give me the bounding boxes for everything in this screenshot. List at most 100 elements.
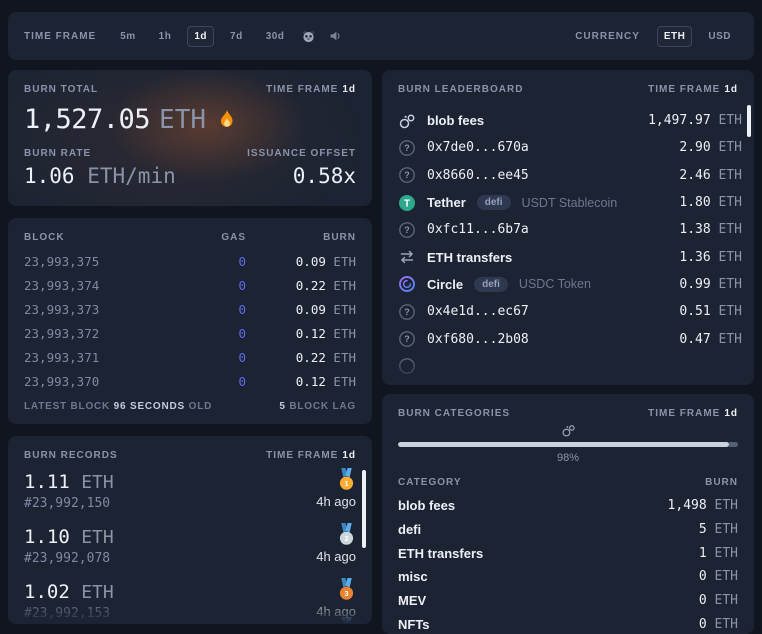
unknown-address-icon: ? <box>398 166 416 184</box>
burn-categories-card: BURN CATEGORIES TIME FRAME1d 98% CATEGOR… <box>382 394 754 634</box>
leaderboard-row[interactable]: T Tether defi USDT Stablecoin 1.80 ETH <box>398 189 742 216</box>
burn-record[interactable]: 1.10 ETH #23,992,078 2 4h ago <box>24 526 356 570</box>
time-frame-1h[interactable]: 1h <box>152 26 179 47</box>
category-row[interactable]: misc 0 ETH <box>398 565 738 589</box>
category-row[interactable]: NFTs 0 ETH <box>398 612 738 634</box>
leaderboard-row[interactable]: ? 0x8660...ee45 2.46 ETH <box>398 162 742 189</box>
burn-rate-value: 1.06 ETH/min <box>24 164 176 188</box>
svg-text:?: ? <box>404 307 410 317</box>
currency-eth[interactable]: ETH <box>657 26 693 47</box>
block-row[interactable]: 23,993,3730 0.09 ETH <box>24 297 356 321</box>
blob-fees-share-segment <box>398 442 729 447</box>
block-row[interactable]: 23,993,3750 0.09 ETH <box>24 249 356 273</box>
leaderboard-name: 0x4e1d...ec67 <box>427 304 529 319</box>
leaderboard-row[interactable]: ETH transfers 1.36 ETH <box>398 243 742 270</box>
block-row[interactable]: 23,993,3740 0.22 ETH <box>24 273 356 297</box>
unknown-address-icon: ? <box>398 139 416 157</box>
svg-text:2: 2 <box>344 534 348 543</box>
leaderboard-name: blob fees <box>427 113 484 128</box>
category-row[interactable]: MEV 0 ETH <box>398 589 738 613</box>
svg-text:3: 3 <box>344 589 348 598</box>
leaderboard-row[interactable]: ? 0xf680...2b08 0.47 ETH <box>398 325 742 352</box>
currency-label: CURRENCY <box>575 31 640 42</box>
block-row[interactable]: 23,993,3720 0.12 ETH <box>24 321 356 345</box>
latest-block-age: LATEST BLOCK 96 SECONDS OLD <box>24 401 212 412</box>
leaderboard-name: 0xf680...2b08 <box>427 332 529 347</box>
burn-leaderboard-card: BURN LEADERBOARD TIME FRAME1d blob fees … <box>382 70 754 385</box>
block-column-header: BLOCK <box>24 232 156 243</box>
svg-text:1: 1 <box>344 479 348 488</box>
time-frame-bar: TIME FRAME 5m 1h 1d 7d 30d CURRENCY ETH … <box>8 12 754 60</box>
leaderboard-row[interactable]: Circle defi USDC Token 0.99 ETH <box>398 271 742 298</box>
burn-column-header: BURN <box>246 232 356 243</box>
gas-column-header: GAS <box>156 232 246 243</box>
leaderboard-name: 0x7de0...670a <box>427 140 529 155</box>
burn-total-card: BURN TOTAL TIME FRAME1d 1,527.05 ETH BUR… <box>8 70 372 206</box>
burn-records-title: BURN RECORDS <box>24 450 118 461</box>
time-frame-indicator[interactable]: TIME FRAME1d <box>266 84 356 95</box>
records-scrollbar[interactable] <box>362 470 366 548</box>
time-frame-5m[interactable]: 5m <box>113 26 142 47</box>
unknown-address-icon: ? <box>398 221 416 239</box>
category-row[interactable]: ETH transfers 1 ETH <box>398 541 738 565</box>
block-row[interactable]: 23,993,3710 0.22 ETH <box>24 345 356 369</box>
bronze-medal-icon: 3 <box>337 578 356 601</box>
leaderboard-detail: USDC Token <box>519 277 591 291</box>
burn-categories-title: BURN CATEGORIES <box>398 408 510 419</box>
block-row[interactable]: 23,993,3700 0.12 ETH <box>24 369 356 393</box>
time-frame-1d[interactable]: 1d <box>187 26 214 47</box>
issuance-offset-label: ISSUANCE OFFSET <box>247 148 356 159</box>
leaderboard-name: ETH transfers <box>427 250 512 265</box>
time-frame-indicator[interactable]: TIME FRAME1d <box>648 84 738 95</box>
leaderboard-row[interactable]: ? 0x4e1d...ec67 0.51 ETH <box>398 298 742 325</box>
svg-text:?: ? <box>404 225 410 235</box>
record-age: 4h ago <box>316 549 356 564</box>
blob-fees-percent: 98% <box>398 452 738 464</box>
gold-medal-icon: 1 <box>337 468 356 491</box>
leaderboard-name: Tether <box>427 195 466 210</box>
burn-rate-label: BURN RATE <box>24 148 91 159</box>
panda-icon[interactable] <box>300 28 317 45</box>
unknown-address-icon <box>398 357 416 375</box>
other-share-segment <box>729 442 738 447</box>
time-frame-indicator[interactable]: TIME FRAME1d <box>648 408 738 419</box>
leaderboard-row[interactable]: ? 0x7de0...670a 2.90 ETH <box>398 134 742 161</box>
unknown-address-icon: ? <box>398 303 416 321</box>
leaderboard-name: Circle <box>427 277 463 292</box>
leaderboard-scrollbar[interactable] <box>747 105 751 137</box>
leaderboard-row[interactable]: blob fees 1,497.97 ETH <box>398 107 742 134</box>
tether-icon: T <box>398 194 416 212</box>
burn-record[interactable]: 1.02 ETH #23,992,153 3 4h ago <box>24 581 356 624</box>
unknown-address-icon: ? <box>398 330 416 348</box>
time-frame-label: TIME FRAME <box>24 31 96 42</box>
category-share-bar <box>398 442 738 447</box>
record-age: 4h ago <box>316 494 356 509</box>
svg-text:?: ? <box>404 143 410 153</box>
burn-records-card: BURN RECORDS TIME FRAME1d 1.11 ETH #23,9… <box>8 436 372 624</box>
latest-blocks-card: BLOCK GAS BURN 23,993,3750 0.09 ETH 23,9… <box>8 218 372 424</box>
currency-usd[interactable]: USD <box>701 26 738 47</box>
svg-text:T: T <box>404 198 410 209</box>
svg-text:?: ? <box>404 170 410 180</box>
leaderboard-name: 0xfc11...6b7a <box>427 222 529 237</box>
transfer-arrows-icon <box>398 248 416 266</box>
next-medal-icon <box>337 617 356 624</box>
time-frame-30d[interactable]: 30d <box>259 26 292 47</box>
burn-record[interactable]: 1.11 ETH #23,992,150 1 4h ago <box>24 471 356 515</box>
silver-medal-icon: 2 <box>337 523 356 546</box>
fire-icon <box>215 108 239 132</box>
circle-usdc-icon <box>398 275 416 293</box>
burn-column-header: BURN <box>705 477 738 488</box>
time-frame-indicator[interactable]: TIME FRAME1d <box>266 450 356 461</box>
category-row[interactable]: defi 5 ETH <box>398 518 738 542</box>
leaderboard-name: 0x8660...ee45 <box>427 168 529 183</box>
svg-text:?: ? <box>404 334 410 344</box>
time-frame-7d[interactable]: 7d <box>223 26 250 47</box>
issuance-offset-value: 0.58x <box>293 164 356 188</box>
category-column-header: CATEGORY <box>398 477 462 488</box>
burn-leaderboard-title: BURN LEADERBOARD <box>398 84 523 95</box>
leaderboard-row[interactable]: ? 0xfc11...6b7a 1.38 ETH <box>398 216 742 243</box>
burn-total-title: BURN TOTAL <box>24 84 98 95</box>
category-row[interactable]: blob fees 1,498 ETH <box>398 494 738 518</box>
speaker-icon[interactable] <box>326 28 343 45</box>
